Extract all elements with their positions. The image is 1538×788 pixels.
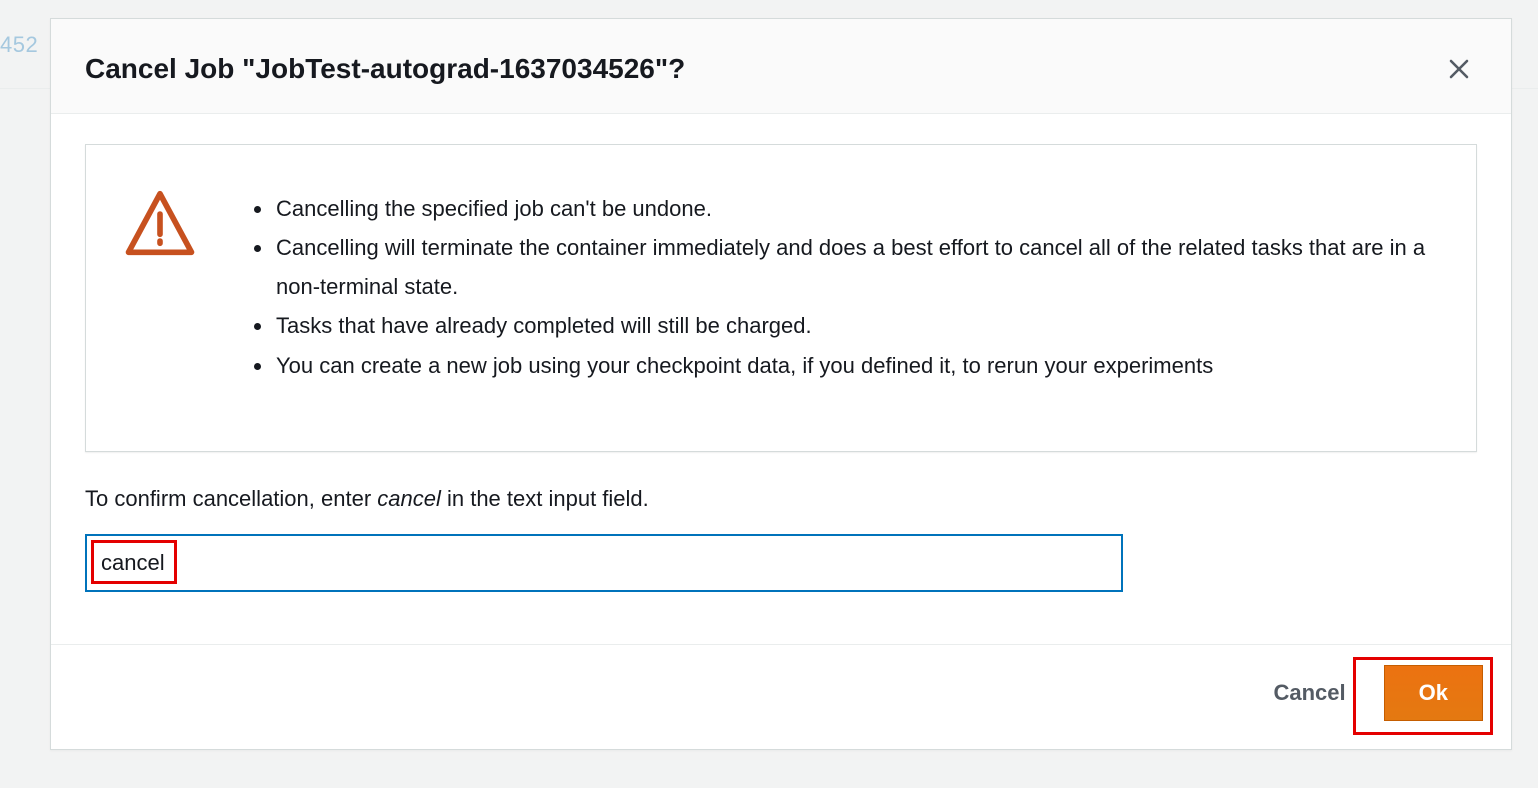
page-background: 452 Cancel Job "JobTest-autograd-1637034… xyxy=(0,0,1538,788)
modal-header: Cancel Job "JobTest-autograd-1637034526"… xyxy=(51,19,1511,114)
confirm-prompt-prefix: To confirm cancellation, enter xyxy=(85,486,377,511)
modal-footer: Cancel Ok xyxy=(51,644,1511,749)
warning-list: Cancelling the specified job can't be un… xyxy=(250,189,1436,385)
ok-button[interactable]: Ok xyxy=(1384,665,1483,721)
cancel-button[interactable]: Cancel xyxy=(1255,670,1363,716)
background-truncated-number: 452 xyxy=(0,32,38,58)
warning-item: Cancelling the specified job can't be un… xyxy=(274,189,1436,228)
modal-body: Cancelling the specified job can't be un… xyxy=(51,114,1511,644)
modal-title: Cancel Job "JobTest-autograd-1637034526"… xyxy=(85,52,685,86)
confirm-prompt-keyword: cancel xyxy=(377,486,441,511)
close-icon xyxy=(1447,57,1471,81)
confirm-input[interactable] xyxy=(85,534,1123,592)
close-button[interactable] xyxy=(1441,51,1477,87)
confirm-prompt-suffix: in the text input field. xyxy=(441,486,649,511)
warning-item: Tasks that have already completed will s… xyxy=(274,306,1436,345)
confirm-prompt: To confirm cancellation, enter cancel in… xyxy=(85,486,1477,512)
confirm-input-wrap xyxy=(85,534,1477,592)
cancel-job-modal: Cancel Job "JobTest-autograd-1637034526"… xyxy=(50,18,1512,750)
warning-box: Cancelling the specified job can't be un… xyxy=(85,144,1477,452)
warning-icon xyxy=(124,187,196,264)
warning-item: Cancelling will terminate the container … xyxy=(274,228,1436,306)
warning-item: You can create a new job using your chec… xyxy=(274,346,1436,385)
